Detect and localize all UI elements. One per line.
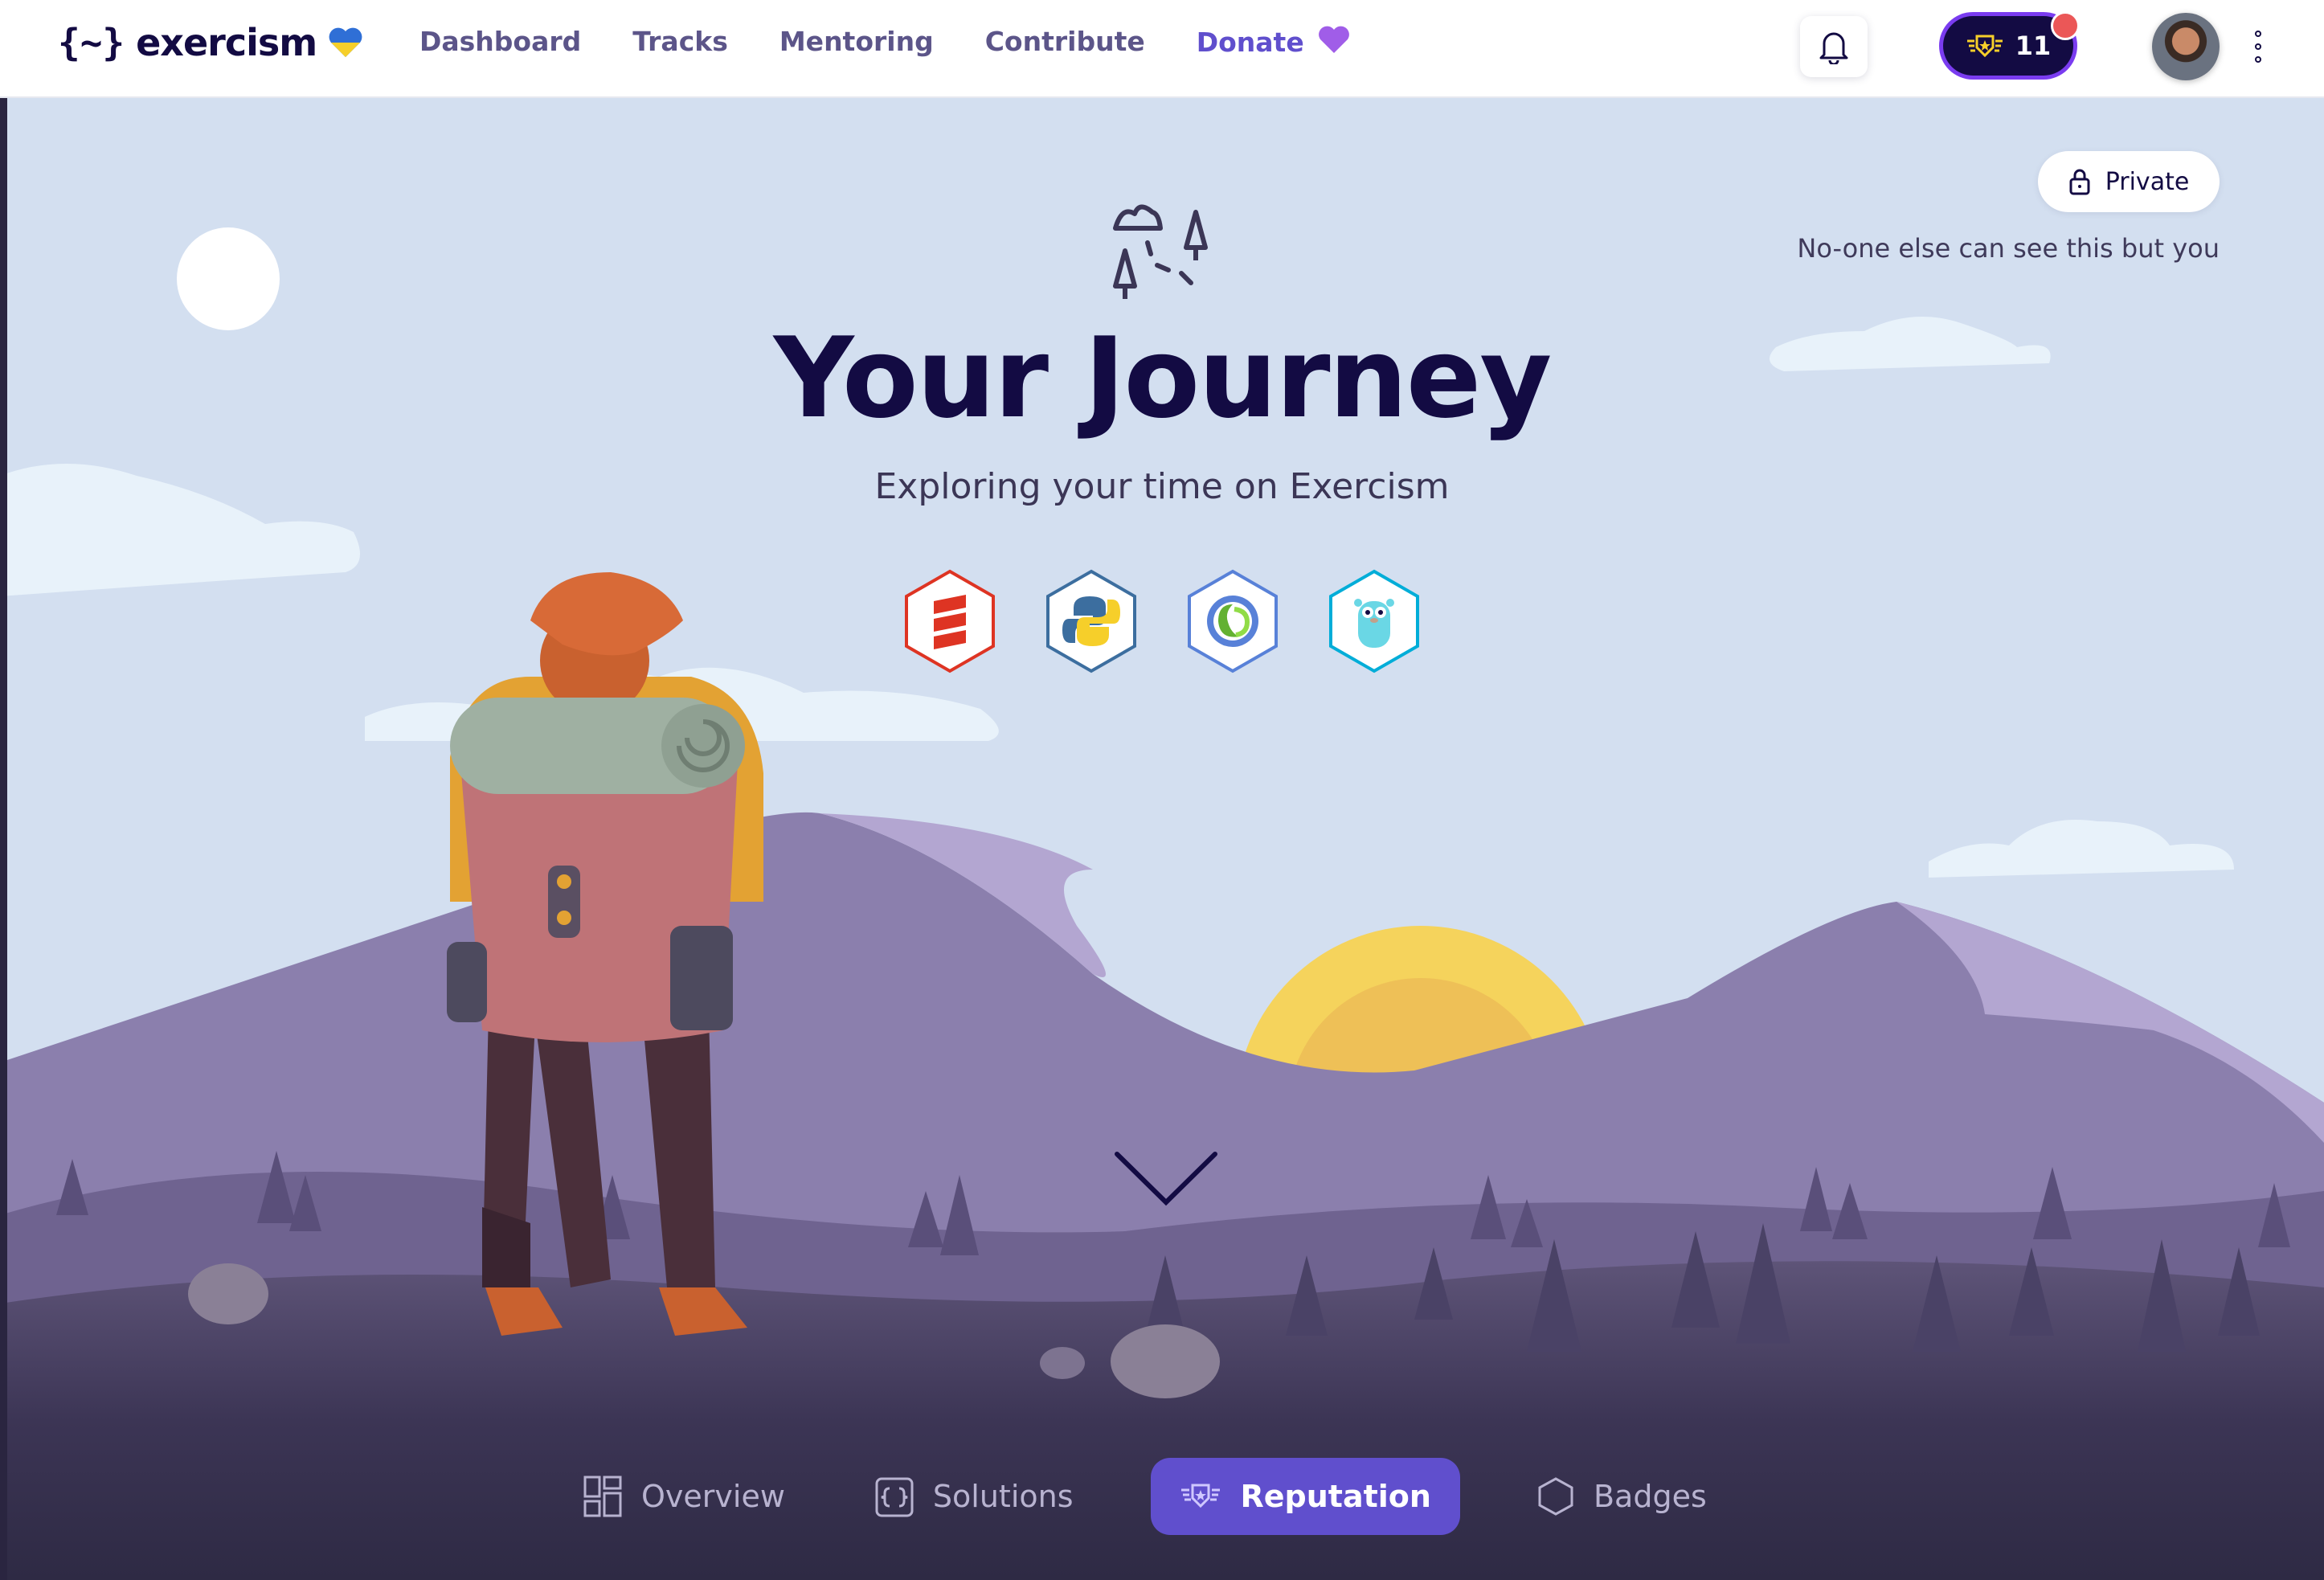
logo-text: exercism (136, 21, 317, 64)
logo-mark: {~} (58, 21, 125, 64)
notification-dot (2051, 11, 2080, 40)
lock-icon (2069, 169, 2090, 195)
tab-reputation-label: Reputation (1240, 1479, 1431, 1514)
journey-tabs: Overview Solutions Reputation Badges (554, 1458, 1736, 1535)
tab-reputation[interactable]: Reputation (1150, 1458, 1460, 1535)
nav-donate-label: Donate (1196, 27, 1304, 58)
tab-badges[interactable]: Badges (1508, 1458, 1736, 1535)
privacy-toggle[interactable]: Private (2038, 151, 2220, 212)
nav-mentoring[interactable]: Mentoring (779, 26, 934, 58)
journey-hero: Private No-one else can see this but you… (0, 98, 2324, 1580)
tab-overview[interactable]: Overview (554, 1458, 814, 1535)
purple-heart-icon (1319, 26, 1350, 53)
clojure-icon (1188, 569, 1278, 673)
python-icon (1046, 569, 1136, 673)
badges-icon (1538, 1477, 1573, 1516)
track-clojure[interactable] (1186, 569, 1279, 673)
privacy-note: No-one else can see this but you (1797, 233, 2220, 264)
nav-donate[interactable]: Donate (1197, 26, 1350, 58)
user-avatar[interactable] (2152, 13, 2220, 80)
tab-overview-label: Overview (641, 1479, 785, 1514)
track-python[interactable] (1045, 569, 1138, 673)
left-edge-border (0, 98, 7, 1580)
overview-icon (583, 1476, 622, 1517)
track-scala[interactable] (903, 569, 996, 673)
page-subtitle: Exploring your time on Exercism (874, 466, 1450, 507)
tab-badges-label: Badges (1593, 1479, 1707, 1514)
heart-icon (329, 27, 362, 57)
reputation-count: 11 (2015, 31, 2052, 61)
bell-icon (1819, 32, 1848, 64)
reputation-icon (1966, 35, 2003, 58)
main-nav: Dashboard Tracks Mentoring Contribute Do… (419, 26, 1350, 58)
journey-icon (1113, 204, 1208, 299)
top-nav: {~} exercism Dashboard Tracks Mentoring … (0, 0, 2324, 98)
more-menu-button[interactable] (2250, 31, 2266, 63)
exercism-logo[interactable]: {~} exercism (58, 21, 363, 64)
scala-icon (905, 569, 995, 673)
tab-solutions-label: Solutions (932, 1479, 1074, 1514)
nav-tracks[interactable]: Tracks (632, 26, 728, 58)
reputation-button[interactable]: 11 (1943, 11, 2080, 76)
scroll-down-chevron-icon[interactable] (1114, 1149, 1218, 1207)
track-go[interactable] (1328, 569, 1421, 673)
track-icons (903, 569, 1421, 673)
nav-contribute[interactable]: Contribute (985, 26, 1145, 58)
solutions-icon (875, 1477, 914, 1517)
tab-solutions[interactable]: Solutions (846, 1458, 1103, 1535)
page-title: Your Journey (773, 313, 1553, 443)
go-icon (1329, 569, 1419, 673)
notifications-button[interactable] (1800, 16, 1868, 77)
privacy-label: Private (2105, 167, 2190, 196)
reputation-tab-icon (1180, 1484, 1220, 1508)
nav-dashboard[interactable]: Dashboard (419, 26, 581, 58)
